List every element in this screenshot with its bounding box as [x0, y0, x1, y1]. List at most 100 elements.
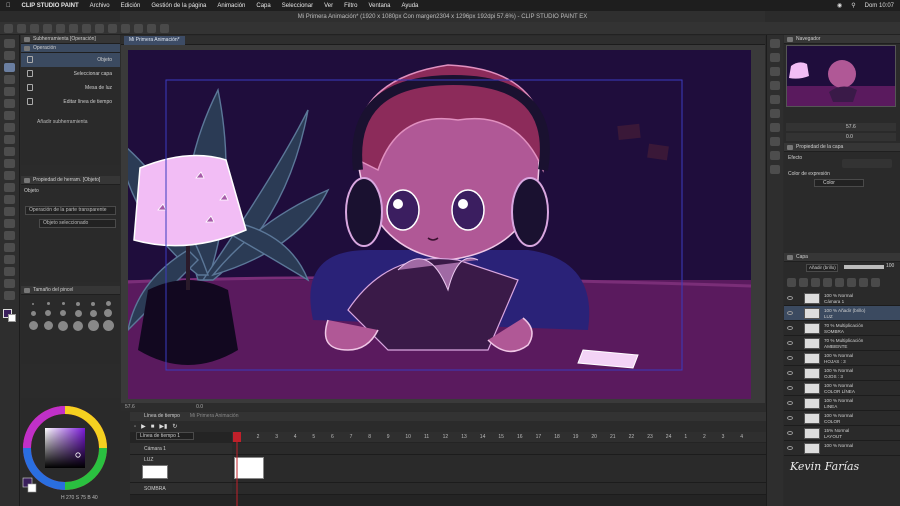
- balloon-icon[interactable]: [4, 279, 15, 288]
- wifi-icon[interactable]: ◉: [837, 2, 842, 9]
- brush-size-preset[interactable]: [102, 320, 114, 331]
- snap-ruler-icon[interactable]: [147, 23, 156, 33]
- deselect-icon[interactable]: [108, 23, 117, 33]
- frame-number[interactable]: 15: [498, 434, 504, 440]
- brush-size-preset[interactable]: [32, 302, 34, 305]
- visibility-eye-icon[interactable]: [787, 416, 793, 420]
- track-label[interactable]: LUZ: [130, 455, 232, 483]
- layer-row[interactable]: 100 % Normal LINEA: [784, 396, 900, 411]
- delete-layer-icon[interactable]: [871, 278, 880, 287]
- timeline-selector[interactable]: Línea de tiempo 1: [136, 432, 194, 440]
- gradient-icon[interactable]: [4, 219, 15, 228]
- apple-icon[interactable]: : [6, 3, 11, 9]
- frame-number[interactable]: 5: [312, 434, 315, 440]
- timeline-tab[interactable]: Mi Primera Animación: [190, 412, 239, 421]
- brush-size-preset[interactable]: [74, 309, 82, 317]
- reference-icon[interactable]: [835, 278, 844, 287]
- track-label[interactable]: Cámara 1: [130, 443, 232, 455]
- canvas-zoom[interactable]: 57.6: [125, 404, 135, 410]
- frame-number[interactable]: 14: [480, 434, 486, 440]
- save-icon[interactable]: [30, 23, 39, 33]
- brush-size-preset[interactable]: [73, 320, 83, 331]
- operation-tool-icon[interactable]: [4, 63, 15, 72]
- opacity-value[interactable]: 100: [886, 263, 894, 269]
- frame-number[interactable]: 16: [517, 434, 523, 440]
- redo-icon[interactable]: [56, 23, 65, 33]
- blend-icon[interactable]: [4, 195, 15, 204]
- show-selection-icon[interactable]: [134, 23, 143, 33]
- frame-number[interactable]: 8: [368, 434, 371, 440]
- menu-ventana[interactable]: Ventana: [368, 3, 390, 9]
- track-body[interactable]: [232, 443, 767, 455]
- frame-number[interactable]: 24: [666, 434, 672, 440]
- layer-row[interactable]: 100 % Normal HOJAS : 3: [784, 351, 900, 366]
- layer-row[interactable]: 100 % Normal COLOR: [784, 411, 900, 426]
- menu-edicion[interactable]: Edición: [121, 3, 141, 9]
- new-raster-layer-icon[interactable]: [787, 278, 796, 287]
- frame-number[interactable]: 3: [275, 434, 278, 440]
- brush-size-preset[interactable]: [91, 301, 95, 306]
- open-icon[interactable]: [17, 23, 26, 33]
- layer-row[interactable]: 15% Normal LAYOUT: [784, 426, 900, 441]
- menu-capa[interactable]: Capa: [256, 3, 270, 9]
- menu-seleccionar[interactable]: Seleccionar: [282, 3, 313, 9]
- visibility-eye-icon[interactable]: [787, 356, 793, 360]
- navigator-tab-icon[interactable]: [770, 39, 780, 48]
- airbrush-icon[interactable]: [4, 159, 15, 168]
- navigator-angle[interactable]: 0.0: [786, 133, 896, 141]
- frame-number[interactable]: 3: [722, 434, 725, 440]
- menu-ayuda[interactable]: Ayuda: [401, 3, 418, 9]
- sub-view-tab-icon[interactable]: [770, 95, 780, 104]
- next-frame-icon[interactable]: ▶▮: [159, 423, 167, 430]
- frame-number[interactable]: 4: [294, 434, 297, 440]
- artwork-canvas[interactable]: [128, 50, 751, 399]
- play-icon[interactable]: ▶: [141, 423, 146, 430]
- brush-size-preset[interactable]: [61, 302, 65, 305]
- lasso-icon[interactable]: [4, 87, 15, 96]
- history-tab-icon[interactable]: [770, 67, 780, 76]
- clear-icon[interactable]: [69, 23, 78, 33]
- selected-object-select[interactable]: Objeto seleccionado: [39, 219, 116, 228]
- frame-number[interactable]: 10: [405, 434, 411, 440]
- canvas-area[interactable]: [121, 45, 765, 403]
- brush-size-preset[interactable]: [76, 301, 80, 306]
- visibility-eye-icon[interactable]: [787, 296, 793, 300]
- menu-archivo[interactable]: Archivo: [90, 3, 110, 9]
- brush-size-preset[interactable]: [60, 310, 66, 316]
- brush-size-preset[interactable]: [87, 320, 99, 331]
- transform-icon[interactable]: [95, 23, 104, 33]
- navigator-preview[interactable]: [786, 45, 896, 107]
- visibility-eye-icon[interactable]: [787, 326, 793, 330]
- pen-icon[interactable]: [4, 123, 15, 132]
- lock-icon[interactable]: [847, 278, 856, 287]
- frame-number[interactable]: 20: [591, 434, 597, 440]
- subtool-select-layer[interactable]: Seleccionar capa: [21, 67, 120, 81]
- brush-size-preset[interactable]: [43, 321, 53, 330]
- effect-buttons[interactable]: [842, 159, 892, 168]
- correct-line-icon[interactable]: [4, 291, 15, 300]
- frame-number[interactable]: 22: [629, 434, 635, 440]
- frame-number[interactable]: 12: [443, 434, 449, 440]
- expression-color-select[interactable]: Color: [814, 179, 864, 187]
- visibility-eye-icon[interactable]: [787, 446, 793, 450]
- decoration-icon[interactable]: [4, 171, 15, 180]
- brush-icon[interactable]: [4, 147, 15, 156]
- layer-row[interactable]: 100 % Normal COLOR LÍNEA: [784, 381, 900, 396]
- layer-row[interactable]: 70 % Multiplicación SOMBRA: [784, 321, 900, 336]
- loop-icon[interactable]: ↻: [172, 423, 177, 430]
- layer-row[interactable]: 100 % Añadir (brillo) LUZ: [784, 306, 900, 321]
- eraser-icon[interactable]: [4, 183, 15, 192]
- undo-icon[interactable]: [43, 23, 52, 33]
- visibility-eye-icon[interactable]: [787, 311, 793, 315]
- new-icon[interactable]: [4, 23, 13, 33]
- move-tool-icon[interactable]: [4, 51, 15, 60]
- invert-selection-icon[interactable]: [121, 23, 130, 33]
- layer-search-tab-icon[interactable]: [770, 109, 780, 118]
- frame-number[interactable]: 18: [554, 434, 560, 440]
- color-wheel[interactable]: [21, 398, 120, 498]
- visibility-eye-icon[interactable]: [787, 386, 793, 390]
- eyedropper-icon[interactable]: [4, 111, 15, 120]
- menu-gestion-pagina[interactable]: Gestión de la página: [151, 3, 206, 9]
- material-tab-icon[interactable]: [770, 81, 780, 90]
- menu-clock[interactable]: Dom 10:07: [865, 3, 894, 9]
